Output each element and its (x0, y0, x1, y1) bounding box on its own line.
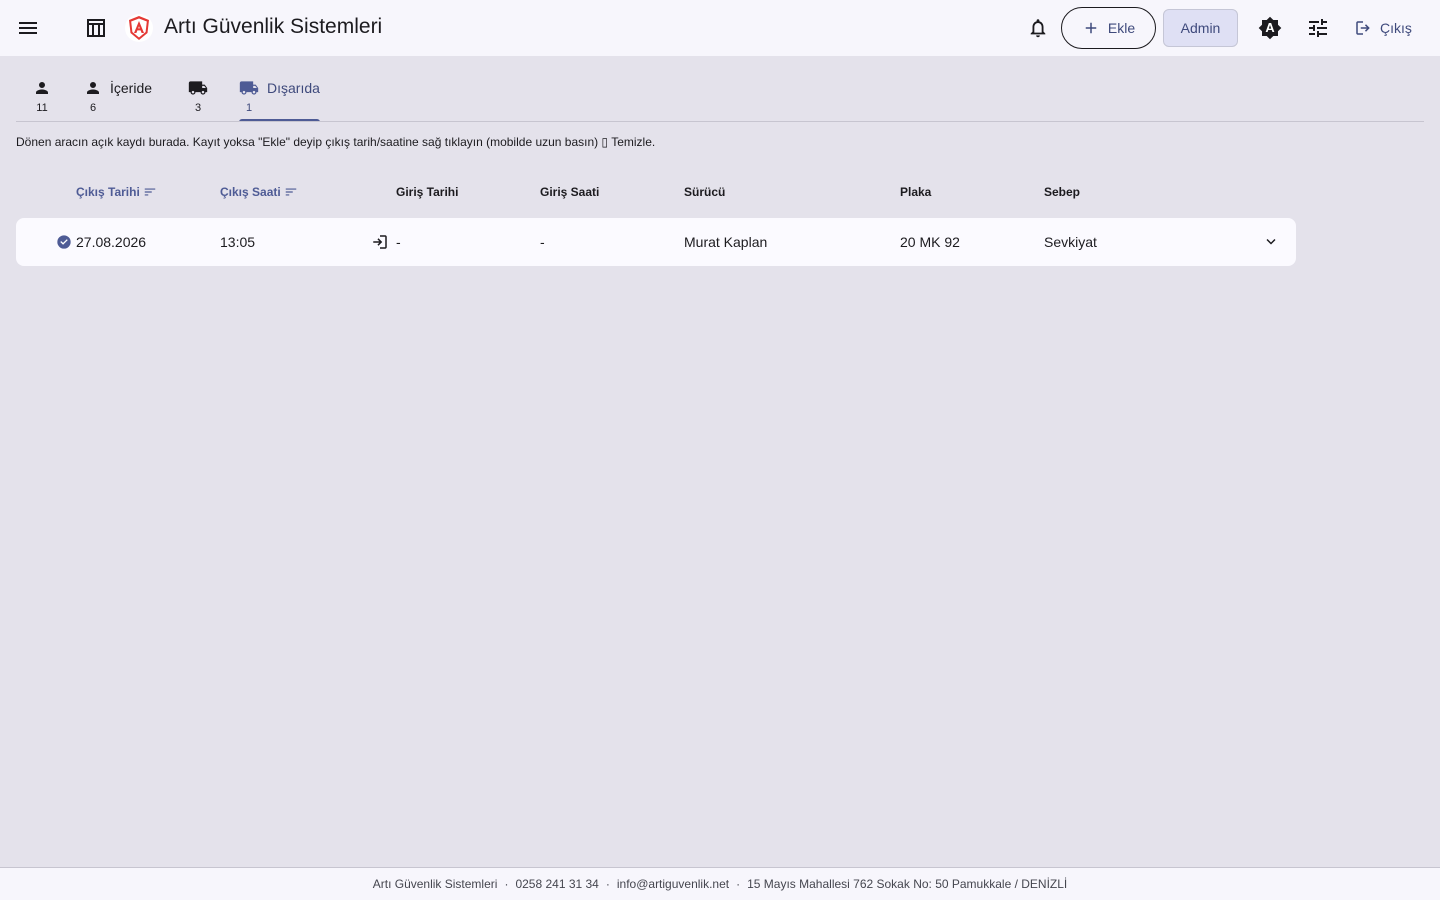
help-hint: Dönen aracın açık kaydı burada. Kayıt yo… (16, 135, 656, 149)
footer-address: 15 Mayıs Mahallesi 762 Sokak No: 50 Pamu… (747, 877, 1068, 891)
brightness-auto-icon (1258, 16, 1282, 40)
menu-icon (19, 22, 37, 34)
tab-all-vehicles[interactable]: 3 (184, 66, 212, 122)
expand-row-button[interactable] (1262, 218, 1280, 266)
tab-count: 3 (194, 102, 202, 114)
settings-tune-button[interactable] (1298, 8, 1338, 48)
column-header-plate[interactable]: Plaka (900, 185, 931, 199)
column-header-entry-time[interactable]: Giriş Saati (540, 185, 599, 199)
add-button-label: Ekle (1107, 20, 1136, 36)
tune-icon (1309, 19, 1327, 37)
login-icon (373, 235, 387, 249)
table-icon (87, 19, 105, 37)
column-header-exit-date[interactable]: Çıkış Tarihi (76, 185, 157, 199)
theme-toggle-button[interactable] (1250, 8, 1290, 48)
menu-button[interactable] (8, 8, 48, 48)
cell-entry-time[interactable]: - (540, 218, 545, 266)
column-header-driver[interactable]: Sürücü (684, 185, 725, 199)
cell-text: - (396, 234, 401, 250)
cell-plate[interactable]: 20 MK 92 (900, 218, 960, 266)
column-header-exit-time[interactable]: Çıkış Saati (220, 185, 298, 199)
cell-driver[interactable]: Murat Kaplan (684, 218, 767, 266)
truck-icon (188, 81, 208, 95)
person-icon (87, 82, 99, 94)
logout-label: Çıkış (1380, 20, 1412, 36)
tab-count: 11 (36, 102, 48, 114)
column-header-entry-date[interactable]: Giriş Tarihi (396, 185, 458, 199)
column-header-label: Çıkış Tarihi (76, 185, 140, 199)
tab-label: İçeride (110, 80, 153, 96)
footer-separator: · (504, 877, 509, 891)
logout-button[interactable]: Çıkış (1346, 10, 1420, 46)
tab-count: 6 (90, 102, 97, 114)
cell-exit-time[interactable]: 13:05 (220, 218, 255, 266)
footer-separator: · (605, 877, 610, 891)
footer-separator: · (736, 877, 741, 891)
footer-email[interactable]: info@artiguvenlik.net (617, 877, 729, 891)
tab-divider (16, 121, 1424, 122)
person-icon (36, 82, 48, 94)
column-header-label: Çıkış Saati (220, 185, 281, 199)
truck-icon (239, 81, 259, 95)
cell-text: 27.08.2026 (76, 234, 147, 250)
table-row[interactable]: 27.08.2026 13:05 - - Murat Kaplan 20 MK … (16, 218, 1296, 266)
tab-people-inside[interactable]: İçeride 6 (84, 66, 160, 122)
chevron-down-icon (1266, 239, 1276, 245)
sort-icon (144, 188, 156, 196)
tab-all-people[interactable]: 11 (26, 66, 58, 122)
add-button[interactable]: Ekle (1061, 7, 1156, 49)
notifications-button[interactable] (1018, 8, 1058, 48)
top-app-bar: Artı Güvenlik Sistemleri Ekle Admin Çıkı… (0, 0, 1440, 56)
footer-company: Artı Güvenlik Sistemleri (372, 877, 498, 891)
table-view-button[interactable] (76, 8, 116, 48)
cell-exit-date[interactable]: 27.08.2026 (56, 218, 146, 266)
logout-icon (1356, 21, 1370, 35)
bell-icon (1030, 19, 1046, 38)
tab-label: Dışarıda (267, 80, 320, 96)
column-header-reason[interactable]: Sebep (1044, 185, 1080, 199)
plus-icon (1085, 22, 1097, 34)
tab-vehicles-outside[interactable]: Dışarıda 1 (239, 66, 320, 122)
cell-entry-date[interactable]: - (371, 218, 401, 266)
brand-logo (124, 13, 154, 43)
app-title: Artı Güvenlik Sistemleri (164, 15, 383, 38)
cell-reason[interactable]: Sevkiyat (1044, 218, 1097, 266)
admin-button[interactable]: Admin (1163, 9, 1238, 47)
tab-count: 1 (246, 102, 253, 114)
footer-phone[interactable]: 0258 241 31 34 (515, 877, 598, 891)
footer: Artı Güvenlik Sistemleri · 0258 241 31 3… (0, 867, 1440, 900)
sort-icon (285, 188, 296, 196)
check-circle-icon (57, 235, 71, 249)
